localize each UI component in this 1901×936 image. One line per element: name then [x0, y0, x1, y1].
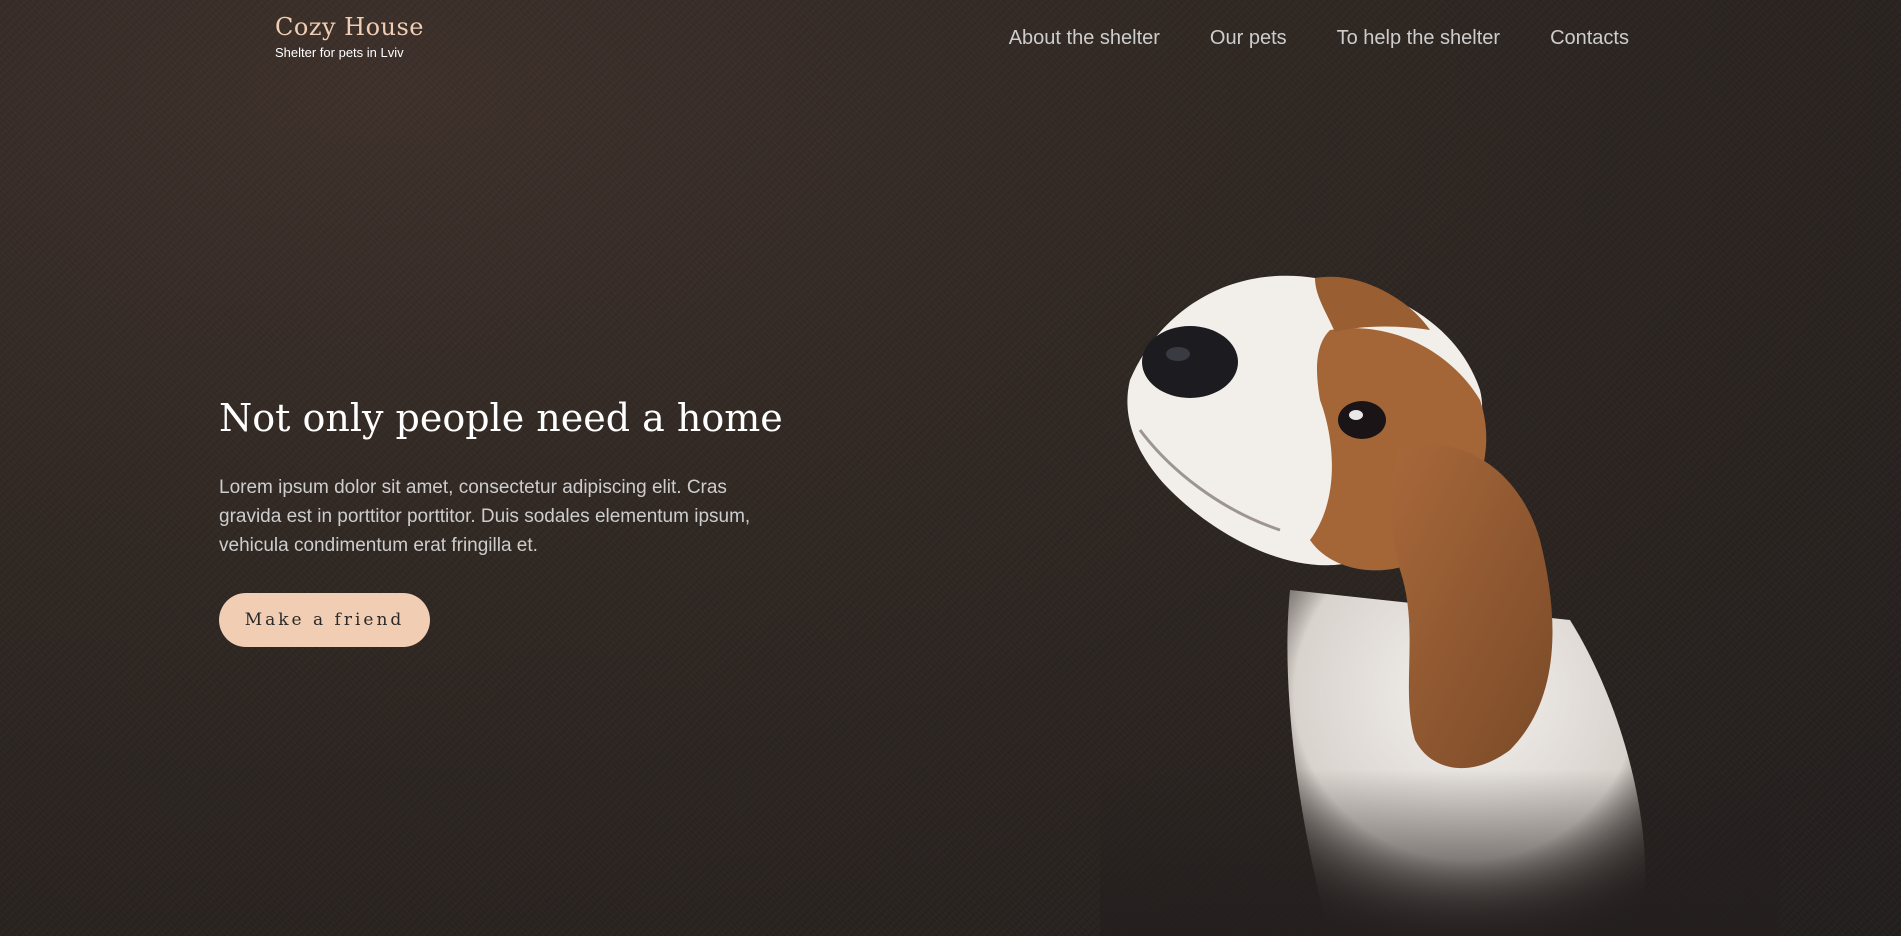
logo-subtitle: Shelter for pets in Lviv — [275, 45, 404, 60]
nav-link-about[interactable]: About the shelter — [1009, 26, 1160, 50]
main-nav: About the shelter Our pets To help the s… — [1009, 26, 1629, 50]
site-header: Cozy House Shelter for pets in Lviv Abou… — [0, 0, 1901, 80]
hero-title: Not only people need a home — [219, 396, 783, 440]
hero-section: Not only people need a home Lorem ipsum … — [219, 395, 799, 647]
logo-title[interactable]: Cozy House — [275, 12, 424, 42]
hero-text: Lorem ipsum dolor sit amet, consectetur … — [219, 477, 751, 556]
nav-link-help[interactable]: To help the shelter — [1337, 26, 1500, 50]
nav-link-our-pets[interactable]: Our pets — [1210, 26, 1287, 50]
logo[interactable]: Cozy House Shelter for pets in Lviv — [275, 12, 424, 61]
nav-link-contacts[interactable]: Contacts — [1550, 26, 1629, 50]
puppy-image — [1100, 270, 1780, 936]
make-friend-button[interactable]: Make a friend — [219, 593, 430, 647]
